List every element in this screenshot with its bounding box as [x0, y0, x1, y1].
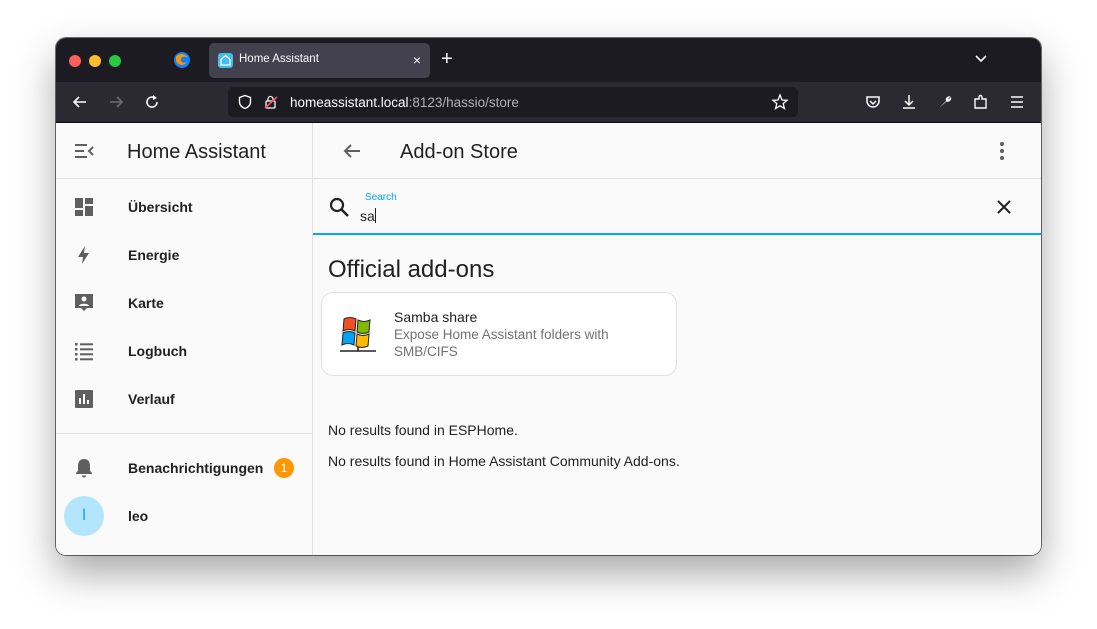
- bell-icon: [76, 459, 92, 478]
- text-cursor: [375, 208, 376, 223]
- search-label: Search: [365, 192, 397, 203]
- avatar: l: [64, 496, 104, 536]
- addon-title: Samba share: [394, 309, 478, 325]
- insecure-lock-icon[interactable]: [263, 94, 279, 110]
- more-vertical-icon[interactable]: [991, 140, 1013, 162]
- navigation-bar: homeassistant.local:8123/hassio/store: [56, 82, 1041, 123]
- extensions-icon[interactable]: [972, 93, 990, 111]
- minimize-window-button[interactable]: [89, 55, 101, 67]
- sidebar-item-user[interactable]: l leo: [56, 492, 312, 540]
- sidebar-item-notifications[interactable]: Benachrichtigungen 1: [56, 444, 312, 492]
- forward-arrow-icon[interactable]: [107, 93, 125, 111]
- no-results-esphome: No results found in ESPHome.: [328, 422, 518, 438]
- sidebar-item-label: Karte: [128, 295, 164, 311]
- sidebar-item-label: Benachrichtigungen: [128, 460, 264, 476]
- map-account-icon: [75, 294, 93, 311]
- url-bar[interactable]: homeassistant.local:8123/hassio/store: [228, 87, 798, 117]
- page-content: Home Assistant Übersicht Energie Karte L…: [56, 123, 1041, 555]
- download-icon[interactable]: [900, 93, 918, 111]
- list-icon: [75, 343, 93, 361]
- sidebar-item-karte[interactable]: Karte: [56, 279, 312, 327]
- home-assistant-favicon-icon: [218, 53, 233, 68]
- sidebar-item-label: Verlauf: [128, 391, 175, 407]
- sidebar-item-label: Logbuch: [128, 343, 188, 359]
- dashboard-icon: [75, 198, 93, 216]
- addon-card-samba-share[interactable]: Samba share Expose Home Assistant folder…: [321, 292, 677, 376]
- main-panel: Add-on Store Search Official add-ons: [313, 123, 1041, 555]
- firefox-view-icon[interactable]: [173, 51, 191, 69]
- sidebar-item-logbuch[interactable]: Logbuch: [56, 327, 312, 375]
- sidebar: Home Assistant Übersicht Energie Karte L…: [56, 123, 313, 555]
- back-arrow-icon[interactable]: [341, 140, 363, 162]
- user-name: leo: [128, 508, 149, 524]
- no-results-community: No results found in Home Assistant Commu…: [328, 453, 680, 469]
- bookmark-star-icon[interactable]: [771, 93, 789, 111]
- notification-count-badge: 1: [274, 458, 294, 478]
- addon-description: Expose Home Assistant folders with SMB/C…: [394, 327, 609, 359]
- sidebar-header: Home Assistant: [56, 123, 312, 179]
- page-title: Add-on Store: [400, 141, 518, 163]
- wrench-icon[interactable]: [936, 93, 954, 111]
- samba-share-icon: [340, 317, 376, 352]
- shield-icon[interactable]: [237, 94, 253, 110]
- sidebar-item-energie[interactable]: Energie: [56, 231, 312, 279]
- section-title: Official add-ons: [328, 256, 495, 283]
- sidebar-item-label: Übersicht: [128, 199, 193, 215]
- tab-title: Home Assistant: [239, 53, 319, 65]
- sidebar-divider: [56, 433, 312, 434]
- sidebar-item-label: Energie: [128, 247, 180, 263]
- search-icon: [329, 197, 349, 217]
- menu-collapse-icon[interactable]: [73, 140, 95, 162]
- browser-window: Home Assistant × + homeassistant.local:8…: [56, 38, 1041, 555]
- tab-bar: Home Assistant × +: [56, 38, 1041, 82]
- pocket-icon[interactable]: [864, 93, 882, 111]
- tab-home-assistant[interactable]: Home Assistant ×: [209, 43, 430, 78]
- close-icon[interactable]: [994, 197, 1014, 217]
- new-tab-button[interactable]: +: [441, 47, 453, 71]
- close-window-button[interactable]: [69, 55, 81, 67]
- maximize-window-button[interactable]: [109, 55, 121, 67]
- search-bar: Search: [313, 179, 1041, 235]
- chart-box-icon: [75, 390, 93, 408]
- lightning-icon: [78, 246, 89, 264]
- sidebar-title: Home Assistant: [127, 141, 266, 163]
- search-input[interactable]: [360, 206, 960, 226]
- tab-close-icon[interactable]: ×: [413, 51, 421, 69]
- back-arrow-icon[interactable]: [71, 93, 89, 111]
- sidebar-item-verlauf[interactable]: Verlauf: [56, 375, 312, 423]
- url-text[interactable]: homeassistant.local:8123/hassio/store: [290, 95, 519, 110]
- hamburger-menu-icon[interactable]: [1008, 93, 1026, 111]
- chevron-down-icon[interactable]: [973, 50, 989, 66]
- sidebar-item-uebersicht[interactable]: Übersicht: [56, 183, 312, 231]
- reload-icon[interactable]: [143, 93, 161, 111]
- app-toolbar: Add-on Store: [313, 123, 1041, 179]
